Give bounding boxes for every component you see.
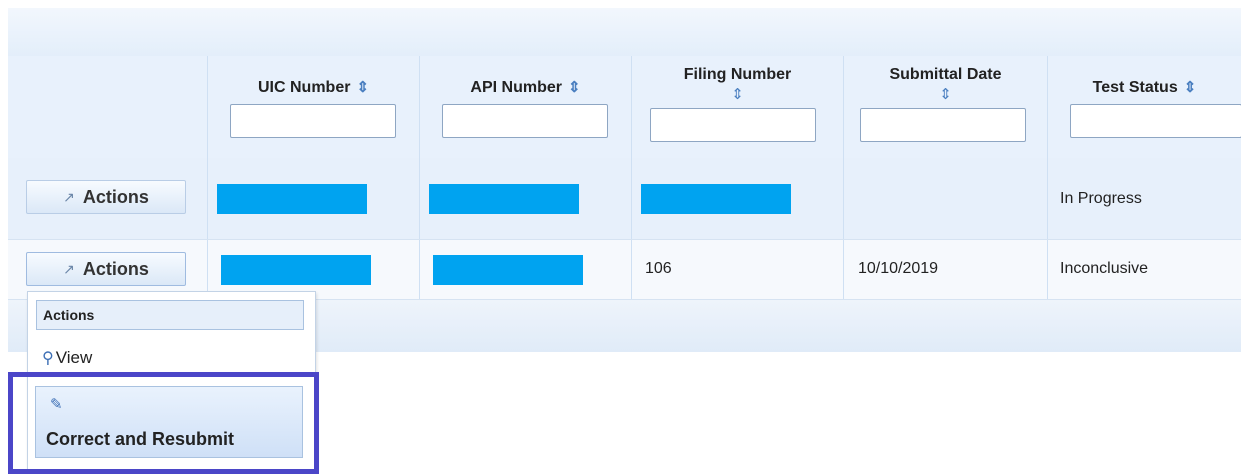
external-link-icon: ↗ xyxy=(63,260,75,277)
header-submittal-date-label: Submittal Date xyxy=(889,66,1002,83)
header-filing-number-label: Filing Number xyxy=(683,66,792,83)
uic-number-filter-input[interactable] xyxy=(230,104,396,138)
redacted-uic-number xyxy=(221,255,371,285)
submittal-date-cell: 10/10/2019 xyxy=(858,260,939,277)
redacted-api-number xyxy=(429,184,579,214)
table-row: ↗ Actions In Progress xyxy=(8,158,1241,240)
header-actions-col xyxy=(8,56,207,158)
grid-toolbar xyxy=(8,8,1241,57)
header-test-status-label: Test Status xyxy=(1092,79,1178,96)
grid-header: UIC Number ⇕ API Number ⇕ Filing Number ⇕ … xyxy=(8,56,1241,159)
sort-icon[interactable]: ⇕ xyxy=(568,79,581,96)
sort-icon[interactable]: ⇕ xyxy=(1184,79,1197,96)
header-test-status[interactable]: Test Status ⇕ xyxy=(1047,56,1241,158)
actions-button[interactable]: ↗ Actions xyxy=(26,180,186,214)
external-link-icon: ↗ xyxy=(63,188,75,205)
header-submittal-date[interactable]: Submittal Date ⇕ xyxy=(843,56,1047,158)
sort-icon[interactable]: ⇕ xyxy=(632,87,843,102)
filing-number-cell: 106 xyxy=(645,260,672,277)
api-number-filter-input[interactable] xyxy=(442,104,608,138)
header-filing-number[interactable]: Filing Number ⇕ xyxy=(631,56,843,158)
magnifier-icon: ⚲ xyxy=(42,350,54,367)
actions-button[interactable]: ↗ Actions xyxy=(26,252,186,286)
header-uic-number[interactable]: UIC Number ⇕ xyxy=(207,56,419,158)
pencil-icon: ✎ xyxy=(50,396,63,413)
submittal-date-filter-input[interactable] xyxy=(860,108,1026,142)
header-api-number[interactable]: API Number ⇕ xyxy=(419,56,631,158)
actions-menu-header: Actions xyxy=(36,300,304,330)
filing-number-filter-input[interactable] xyxy=(650,108,816,142)
redacted-filing-number xyxy=(641,184,791,214)
header-api-number-label: API Number xyxy=(470,79,562,96)
menu-item-view[interactable]: ⚲ View xyxy=(42,348,92,368)
test-status-cell: Inconclusive xyxy=(1060,260,1149,277)
redacted-uic-number xyxy=(217,184,367,214)
menu-item-correct-and-resubmit[interactable]: ✎ Correct and Resubmit xyxy=(35,386,303,458)
test-status-cell: In Progress xyxy=(1060,190,1142,207)
actions-button-label: Actions xyxy=(82,258,149,279)
sort-icon[interactable]: ⇕ xyxy=(356,79,369,96)
test-status-filter-input[interactable] xyxy=(1070,104,1241,138)
redacted-api-number xyxy=(433,255,583,285)
menu-item-view-label: View xyxy=(55,348,93,367)
sort-icon[interactable]: ⇕ xyxy=(844,87,1047,102)
header-uic-number-label: UIC Number xyxy=(257,79,351,96)
actions-button-label: Actions xyxy=(82,186,149,207)
menu-item-correct-and-resubmit-label: Correct and Resubmit xyxy=(46,429,235,449)
